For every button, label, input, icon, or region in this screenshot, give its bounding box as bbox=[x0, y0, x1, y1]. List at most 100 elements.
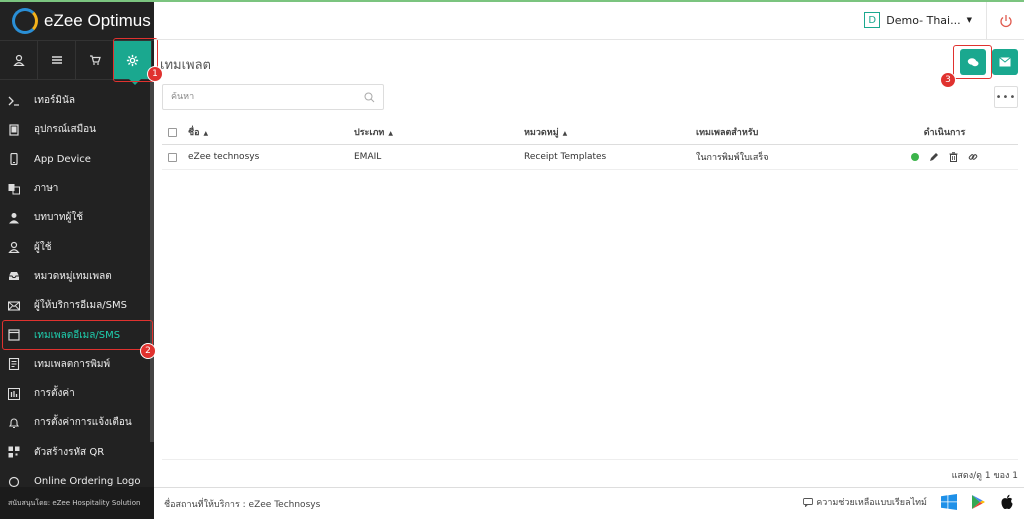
menu-icon bbox=[51, 56, 62, 64]
envelope-icon bbox=[8, 300, 20, 312]
sidebar-item[interactable]: ผู้ใช้ bbox=[0, 232, 154, 261]
gear-icon bbox=[126, 54, 139, 66]
inbox-icon bbox=[8, 270, 20, 282]
logo-icon bbox=[8, 476, 20, 488]
row-actions bbox=[871, 152, 1018, 162]
sidebar-item[interactable]: อุปกรณ์เสมือน bbox=[0, 115, 154, 144]
sidebar: eZee Optimus เทอร์มินัลอุปกรณ์เสมือน App … bbox=[0, 2, 154, 519]
comments-icon bbox=[967, 57, 979, 66]
property-name: Demo- Thai... bbox=[886, 13, 961, 27]
user-icon bbox=[8, 241, 20, 254]
logout-button[interactable] bbox=[986, 2, 1024, 40]
sidebar-item[interactable]: การตั้งค่าการแจ้งเตือน bbox=[0, 408, 154, 437]
page-footer: ชื่อสถานที่ให้บริการ : eZee Technosys คว… bbox=[154, 487, 1024, 519]
mobile-icon bbox=[8, 153, 20, 166]
sidebar-item-label: Online Ordering Logo bbox=[34, 476, 141, 487]
qr-icon bbox=[8, 446, 20, 458]
user-icon bbox=[12, 54, 25, 66]
sidebar-item-label: ผู้ให้บริการอีเมล/SMS bbox=[34, 300, 127, 312]
sidebar-icon-tabs bbox=[0, 40, 154, 85]
sidebar-item-label: ผู้ใช้ bbox=[34, 241, 52, 253]
sidebar-menu: เทอร์มินัลอุปกรณ์เสมือน App Device ภาษาบทบ… bbox=[0, 86, 154, 496]
sidebar-item-label: เทมเพลตอีเมล/SMS bbox=[34, 329, 121, 341]
sidebar-item-label: การตั้งค่าการแจ้งเตือน bbox=[34, 417, 132, 429]
sidebar-item-label: เทมเพลตการพิมพ์ bbox=[34, 358, 111, 370]
chat-template-button[interactable] bbox=[960, 49, 986, 75]
tab-menu[interactable] bbox=[38, 41, 76, 79]
column-name[interactable]: ชื่อ ▲ bbox=[182, 125, 354, 139]
search-icon[interactable] bbox=[364, 92, 375, 103]
language-icon bbox=[8, 183, 20, 195]
main-content: เทมเพลต ••• ชื่อ▲ ประเภท▲ หมวดหมู่▲ เทมเ… bbox=[154, 40, 1024, 487]
app-logo[interactable]: eZee Optimus bbox=[0, 2, 154, 40]
sidebar-item[interactable]: เทมเพลตอีเมล/SMS bbox=[0, 320, 154, 349]
more-options-button[interactable]: ••• bbox=[994, 86, 1018, 108]
bell-icon bbox=[8, 417, 20, 429]
print-template-icon bbox=[8, 358, 20, 371]
column-actions: ดำเนินการ bbox=[923, 128, 966, 138]
link-icon[interactable] bbox=[968, 152, 978, 162]
table-footer-divider bbox=[162, 459, 1018, 460]
envelope-icon bbox=[999, 57, 1011, 67]
sidebar-item-label: บทบาทผู้ใช้ bbox=[34, 212, 84, 224]
google-play-icon[interactable] bbox=[971, 494, 986, 510]
settings-panel-icon bbox=[8, 387, 20, 400]
sidebar-item[interactable]: เทมเพลตการพิมพ์ bbox=[0, 350, 154, 379]
status-active-icon[interactable] bbox=[911, 153, 919, 161]
column-template-for: เทมเพลตสำหรับ bbox=[696, 128, 759, 138]
sidebar-item[interactable]: เทอร์มินัล bbox=[0, 86, 154, 115]
apple-icon[interactable] bbox=[1000, 494, 1014, 510]
sidebar-item[interactable]: การตั้งค่า bbox=[0, 379, 154, 408]
sort-up-icon: ▲ bbox=[203, 130, 209, 137]
window-icon bbox=[8, 329, 20, 341]
page-title: เทมเพลต bbox=[160, 58, 212, 73]
cell-name: eZee technosys bbox=[188, 152, 260, 162]
sort-up-icon: ▲ bbox=[388, 130, 393, 137]
footer-right: ความช่วยเหลือแบบเรียลไทม์ bbox=[803, 494, 1014, 510]
caret-down-icon: ▼ bbox=[966, 16, 972, 24]
search-input[interactable] bbox=[171, 92, 351, 102]
chat-icon bbox=[803, 497, 814, 507]
sidebar-item[interactable]: App Device bbox=[0, 145, 154, 174]
sidebar-item[interactable]: บทบาทผู้ใช้ bbox=[0, 203, 154, 232]
property-letter: D bbox=[864, 12, 881, 28]
terminal-icon bbox=[8, 95, 20, 107]
sidebar-item-label: การตั้งค่า bbox=[34, 388, 75, 400]
table-header: ชื่อ ▲ ประเภท ▲ หมวดหมู่ ▲ เทมเพลตสำหรับ ดำ… bbox=[162, 120, 1018, 145]
tab-user[interactable] bbox=[0, 41, 38, 79]
sort-up-icon: ▲ bbox=[562, 130, 568, 137]
trash-icon[interactable] bbox=[949, 152, 958, 162]
sidebar-item[interactable]: ตัวสร้างรหัส QR bbox=[0, 438, 154, 467]
email-template-button[interactable] bbox=[992, 49, 1018, 75]
sidebar-item[interactable]: ภาษา bbox=[0, 174, 154, 203]
sidebar-item[interactable]: ผู้ให้บริการอีเมล/SMS bbox=[0, 291, 154, 320]
tab-cart[interactable] bbox=[76, 41, 114, 79]
sidebar-item-label: ตัวสร้างรหัส QR bbox=[34, 446, 105, 458]
sidebar-item-label: App Device bbox=[34, 153, 91, 165]
pagination-info: แสดง/ดู 1 ของ 1 bbox=[951, 471, 1018, 481]
user-role-icon bbox=[8, 212, 20, 224]
sidebar-footer: สนับสนุนโดย: eZee Hospitality Solution bbox=[0, 487, 154, 519]
column-type[interactable]: ประเภท ▲ bbox=[354, 125, 524, 139]
top-header: D Demo- Thai... ▼ bbox=[154, 2, 1024, 40]
row-checkbox[interactable] bbox=[167, 152, 177, 162]
live-help-link[interactable]: ความช่วยเหลือแบบเรียลไทม์ bbox=[803, 495, 927, 509]
windows-icon[interactable] bbox=[941, 494, 957, 510]
sidebar-item-label: ภาษา bbox=[34, 183, 59, 195]
table-row[interactable]: eZee technosys EMAIL Receipt Templates ใ… bbox=[162, 145, 1018, 170]
cell-template-for: ในการพิมพ์ใบเสร็จ bbox=[696, 153, 769, 163]
select-all-checkbox[interactable] bbox=[167, 127, 177, 137]
sidebar-item[interactable]: หมวดหมู่เทมเพลต bbox=[0, 262, 154, 291]
logo-mark-icon bbox=[12, 8, 38, 34]
sidebar-item-label: อุปกรณ์เสมือน bbox=[34, 124, 97, 136]
templates-table: ชื่อ ▲ ประเภท ▲ หมวดหมู่ ▲ เทมเพลตสำหรับ ดำ… bbox=[162, 120, 1018, 170]
cell-type: EMAIL bbox=[354, 152, 382, 162]
cart-icon bbox=[89, 55, 101, 65]
sidebar-item-label: หมวดหมู่เทมเพลต bbox=[34, 270, 112, 282]
sidebar-item-label: เทอร์มินัล bbox=[34, 95, 75, 107]
property-selector[interactable]: D Demo- Thai... ▼ bbox=[864, 12, 972, 28]
pencil-icon[interactable] bbox=[929, 152, 939, 162]
app-name: eZee Optimus bbox=[44, 11, 151, 30]
column-category[interactable]: หมวดหมู่ ▲ bbox=[524, 125, 696, 139]
search-box bbox=[162, 84, 384, 110]
